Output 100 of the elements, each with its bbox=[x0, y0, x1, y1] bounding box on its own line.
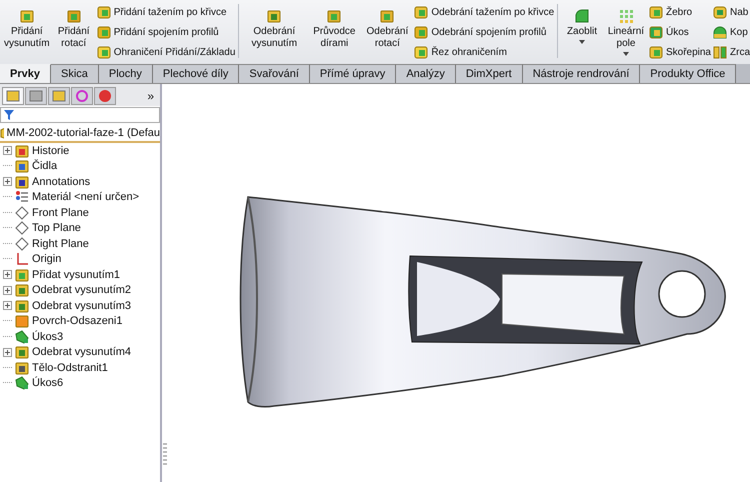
toolbar-button[interactable]: Lineární pole bbox=[604, 2, 647, 64]
toolbar-button[interactable]: Zaoblit bbox=[560, 2, 603, 64]
part-name[interactable]: MM-2002-tutorial-faze-1 (Defau bbox=[6, 126, 160, 138]
panel-tab-icon bbox=[98, 89, 112, 103]
tree-item-icon bbox=[15, 252, 29, 266]
ribbon-tab[interactable]: Přímé úpravy bbox=[310, 64, 396, 83]
tree-item[interactable]: Front Plane bbox=[32, 206, 89, 219]
toolbar-button[interactable]: Přidání vysunutím bbox=[3, 2, 51, 64]
tree-item[interactable]: Right Plane bbox=[32, 238, 89, 250]
toolbar-button[interactable]: Odebrání vysunutím bbox=[242, 2, 306, 64]
caret-icon bbox=[578, 40, 585, 44]
feature-icon bbox=[713, 5, 727, 19]
tree-item[interactable]: Historie bbox=[32, 144, 70, 157]
panel-tab[interactable] bbox=[94, 87, 116, 105]
ribbon-tab[interactable]: Prvky bbox=[0, 64, 51, 83]
tree-item[interactable]: Annotations bbox=[32, 176, 90, 188]
feature-icon bbox=[713, 25, 727, 39]
feature-icon bbox=[18, 8, 35, 24]
toolbar-button[interactable]: Průvodce dírami bbox=[308, 2, 360, 64]
toolbar-button[interactable]: Skořepina bbox=[648, 43, 711, 61]
toolbar-button[interactable]: Ohraničení Přidání/Základu bbox=[96, 43, 236, 61]
splitter-handle-icon[interactable] bbox=[162, 442, 168, 466]
toolbar-button[interactable]: Úkos bbox=[648, 23, 711, 41]
tree-item-icon bbox=[15, 190, 29, 204]
feature-icon bbox=[648, 25, 663, 39]
toolbar-button[interactable]: Přidání rotací bbox=[52, 2, 95, 64]
feature-icon bbox=[96, 25, 111, 39]
toolbar-button[interactable]: Odebrání rotací bbox=[362, 2, 412, 64]
tree-item[interactable]: Odebrat vysunutím3 bbox=[32, 300, 132, 312]
ribbon-tab[interactable]: Svařování bbox=[239, 64, 310, 83]
feature-icon bbox=[414, 25, 428, 39]
expand-icon[interactable] bbox=[3, 286, 12, 295]
toolbar-button[interactable]: Odebrání spojením profilů bbox=[414, 23, 554, 41]
tree-item[interactable]: Odebrat vysunutím4 bbox=[32, 346, 132, 358]
ribbon-tab[interactable]: DimXpert bbox=[456, 64, 523, 83]
panel-tab-icon bbox=[29, 89, 43, 103]
expand-icon[interactable] bbox=[3, 146, 12, 156]
tree-item[interactable]: Origin bbox=[32, 253, 62, 266]
expand-icon[interactable] bbox=[3, 177, 12, 186]
panel-tab[interactable] bbox=[48, 87, 70, 105]
feature-icon bbox=[379, 8, 396, 24]
ribbon-tab[interactable]: Skica bbox=[50, 64, 99, 83]
tree-item-icon bbox=[15, 236, 29, 251]
tree-item[interactable]: Povrch-Odsazeni1 bbox=[32, 315, 122, 328]
toolbar-button[interactable]: Nab bbox=[713, 3, 750, 21]
tree-item-icon bbox=[15, 314, 29, 328]
tree-item-icon bbox=[15, 159, 29, 174]
tree-item[interactable]: Úkos3 bbox=[32, 330, 64, 343]
tree-item[interactable]: Tělo-Odstranit1 bbox=[32, 362, 108, 374]
expand-icon[interactable] bbox=[3, 270, 12, 280]
feature-icon bbox=[326, 8, 342, 24]
feature-icon bbox=[96, 5, 111, 19]
tree-item[interactable]: Čidla bbox=[32, 160, 58, 172]
feature-icon bbox=[96, 45, 111, 59]
toolbar-button[interactable]: Kop bbox=[713, 23, 750, 41]
ribbon-tab[interactable]: Plochy bbox=[98, 64, 153, 83]
filter-icon[interactable] bbox=[4, 110, 14, 120]
tree-item[interactable]: Přidat vysunutím1 bbox=[32, 268, 120, 281]
tree-item[interactable]: Úkos6 bbox=[32, 377, 64, 390]
panel-tab-icon bbox=[75, 89, 89, 103]
panel-tab[interactable] bbox=[2, 87, 24, 105]
toolbar-button[interactable]: Řez ohraničením bbox=[414, 43, 554, 61]
tree-item-icon bbox=[15, 283, 29, 298]
ribbon-tab[interactable]: Plechové díly bbox=[152, 64, 240, 83]
expand-icon[interactable] bbox=[3, 301, 12, 310]
feature-icon bbox=[574, 8, 590, 24]
part-icon bbox=[0, 126, 4, 140]
ribbon-tab[interactable]: Nástroje rendrování bbox=[522, 64, 640, 83]
tree-item-icon bbox=[15, 144, 29, 158]
feature-icon bbox=[414, 5, 428, 19]
tree-item-icon bbox=[15, 268, 29, 282]
tree-item-icon bbox=[15, 330, 29, 344]
tree-item-icon bbox=[15, 345, 29, 360]
tree-item-icon bbox=[15, 360, 29, 375]
ribbon-tab[interactable]: Produkty Office bbox=[640, 64, 736, 83]
tree-item-icon bbox=[15, 221, 29, 236]
tree-item[interactable]: Odebrat vysunutím2 bbox=[32, 284, 132, 296]
feature-icon bbox=[66, 8, 82, 24]
panel-tab[interactable] bbox=[25, 87, 47, 105]
more-button[interactable]: » bbox=[147, 89, 154, 103]
toolbar-button[interactable]: Žebro bbox=[648, 3, 711, 21]
toolbar-button[interactable]: Odebrání tažením po křivce bbox=[414, 3, 554, 21]
panel-tab-icon bbox=[52, 89, 66, 103]
toolbar-button[interactable]: Přidání spojením profilů bbox=[96, 23, 236, 41]
expand-icon[interactable] bbox=[3, 348, 12, 357]
tree-item-icon bbox=[15, 298, 29, 313]
feature-icon bbox=[713, 45, 727, 59]
panel-tab-icon bbox=[6, 89, 20, 103]
caret-icon bbox=[622, 52, 629, 56]
tree-item[interactable]: Top Plane bbox=[32, 222, 81, 234]
ribbon-tab[interactable]: Analýzy bbox=[396, 64, 456, 83]
panel-tab[interactable] bbox=[71, 87, 93, 105]
toolbar-button[interactable]: Přidání tažením po křivce bbox=[96, 3, 236, 21]
tree-item[interactable]: Materiál <není určen> bbox=[32, 191, 140, 204]
tree-item-icon bbox=[15, 376, 29, 390]
feature-icon bbox=[414, 45, 428, 59]
tree-item-icon bbox=[15, 174, 29, 189]
tree-item-icon bbox=[15, 206, 29, 220]
toolbar-button[interactable]: Zrca bbox=[713, 43, 750, 61]
feature-icon bbox=[648, 5, 663, 19]
